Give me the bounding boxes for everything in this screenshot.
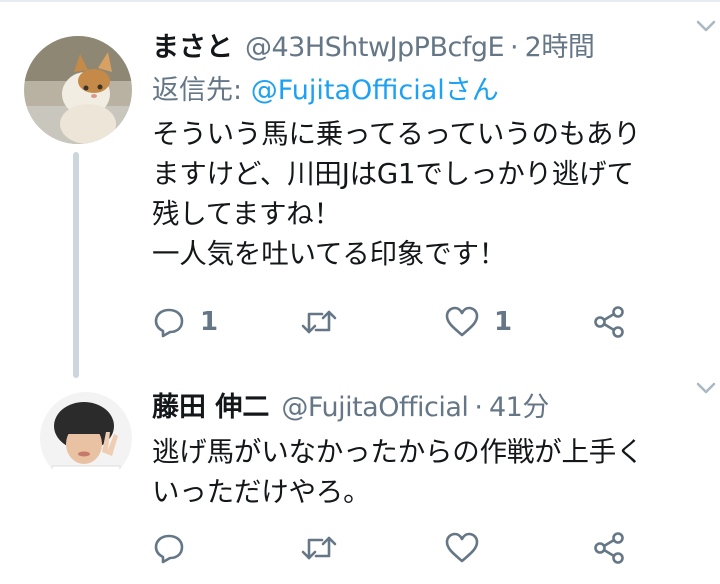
timestamp[interactable]: 41分	[489, 386, 549, 430]
tweet-header: まさと @43HShtwJpPBcfgE · 2時間	[152, 26, 696, 70]
separator: ·	[474, 392, 483, 423]
retweet-icon	[301, 310, 337, 334]
tweet-text: そういう馬に乗ってるっていうのもあり ますけど、川田JはG1でしっかり逃げて 残…	[152, 118, 641, 270]
author-handle[interactable]: @43HShtwJpPBcfgE	[245, 26, 505, 70]
reply-mention-link[interactable]: @FujitaOfficialさん	[251, 75, 499, 106]
author-name[interactable]: まさと	[152, 26, 233, 70]
tweet-text: 逃げ馬がいなかったからの作戦が上手く いっただけやろ。	[152, 436, 644, 508]
reply-prefix: 返信先:	[152, 75, 251, 106]
tweet-header: 藤田 伸二 @FujitaOfficial · 41分	[152, 386, 696, 430]
retweet-button[interactable]	[300, 302, 352, 342]
separator: ·	[510, 32, 519, 63]
share-icon	[594, 306, 624, 338]
like-button[interactable]	[444, 528, 494, 568]
timestamp[interactable]: 2時間	[525, 26, 595, 70]
like-button[interactable]: 1	[444, 302, 512, 342]
heart-icon	[445, 306, 479, 337]
tweet-actions	[152, 528, 660, 568]
tweet[interactable]: 藤田 伸二 @FujitaOfficial · 41分 逃げ馬がいなかったからの…	[0, 370, 720, 584]
reply-icon	[154, 534, 184, 564]
author-handle[interactable]: @FujitaOfficial	[281, 386, 468, 430]
person-avatar-image	[40, 392, 132, 484]
reply-count: 1	[200, 307, 219, 337]
author-name[interactable]: 藤田 伸二	[152, 386, 269, 430]
share-button[interactable]	[592, 302, 626, 342]
chevron-down-icon[interactable]	[692, 16, 720, 36]
thread-connector-line	[73, 152, 79, 378]
reply-icon	[154, 308, 184, 338]
share-icon	[594, 532, 624, 564]
cat-avatar-image	[24, 36, 132, 144]
chevron-down-icon[interactable]	[692, 378, 720, 398]
tweet[interactable]: まさと @43HShtwJpPBcfgE · 2時間 返信先: @FujitaO…	[0, 0, 720, 378]
avatar[interactable]	[40, 392, 132, 484]
retweet-icon	[301, 536, 337, 560]
tweet-actions: 1 1	[152, 302, 660, 342]
like-count: 1	[494, 307, 513, 337]
reply-button[interactable]	[152, 528, 200, 568]
reply-button[interactable]: 1	[152, 302, 218, 342]
avatar[interactable]	[24, 36, 132, 144]
share-button[interactable]	[592, 528, 626, 568]
reply-context: 返信先: @FujitaOfficialさん	[152, 70, 696, 112]
heart-icon	[445, 532, 479, 563]
retweet-button[interactable]	[300, 528, 352, 568]
